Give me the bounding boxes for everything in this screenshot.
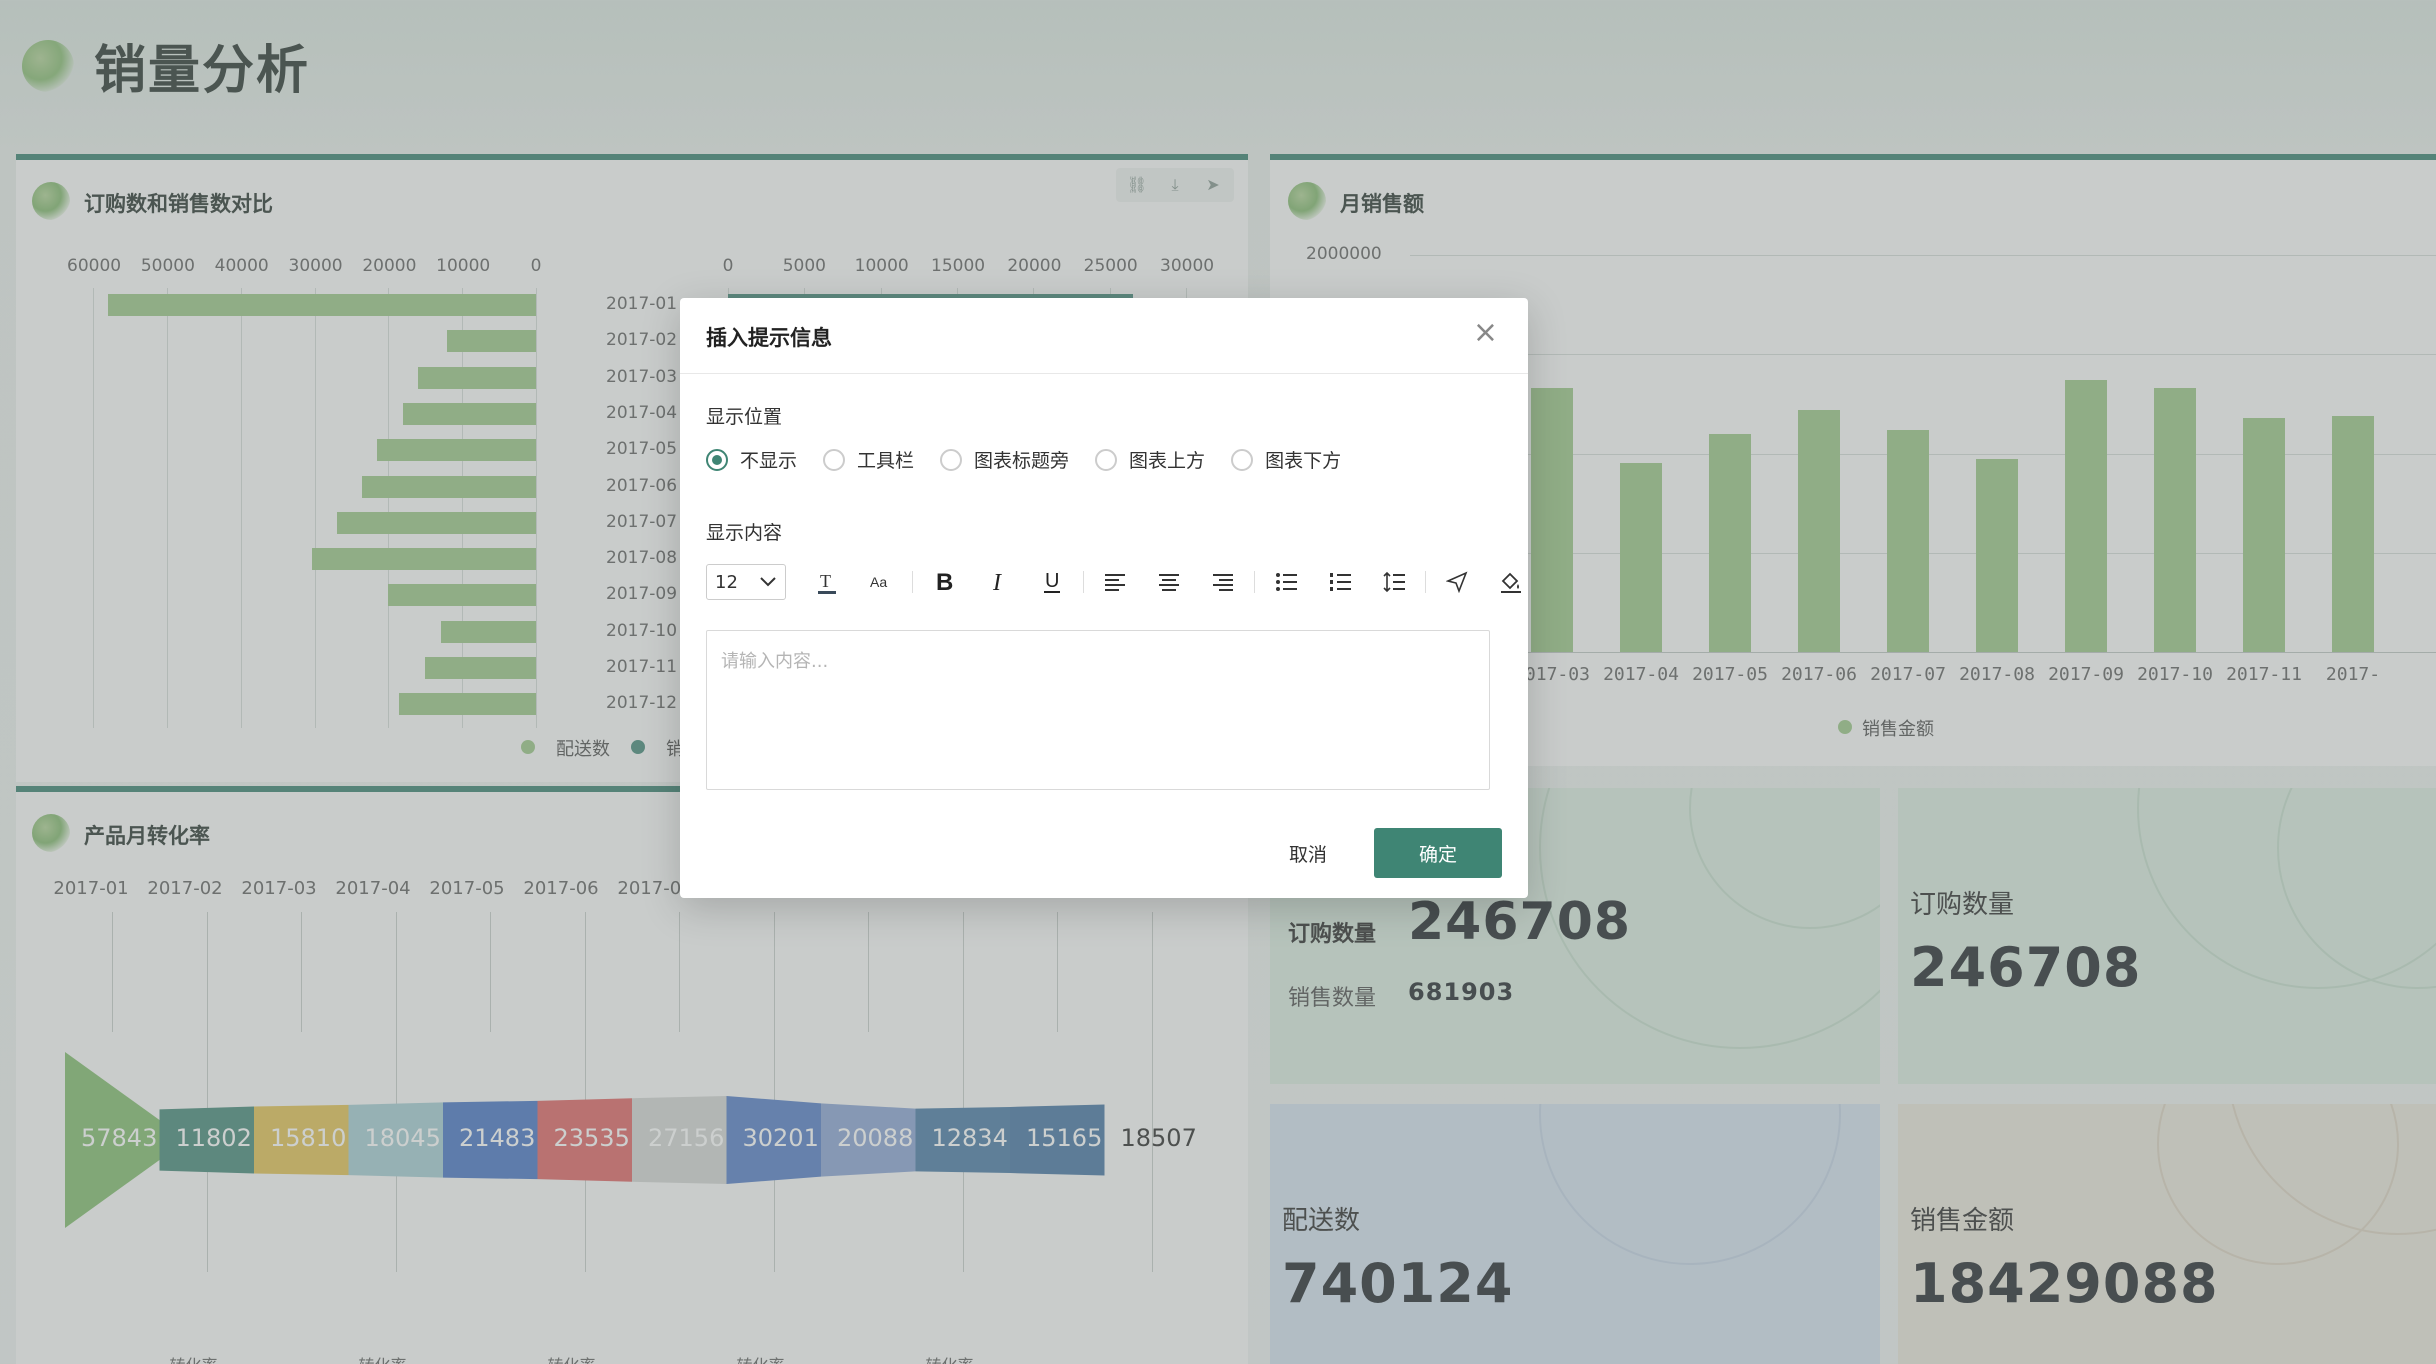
bullet-list-icon[interactable] (1266, 564, 1306, 600)
italic-icon[interactable]: I (978, 564, 1018, 600)
send-icon[interactable] (1437, 564, 1477, 600)
dashboard-page: 销量分析 订购数和销售数对比 ⛓ ⤓ ➤ 60000 50000 40000 3000… (0, 0, 2436, 1364)
position-radio-group: 不显示 工具栏 图表标题旁 图表上方 图表下方 (706, 446, 1367, 473)
svg-text:Aa: Aa (870, 574, 887, 590)
bold-icon[interactable]: B (924, 564, 964, 600)
rich-text-toolbar: 12 T Aa B I U (706, 562, 1538, 602)
toolbar-divider (1083, 571, 1084, 593)
svg-text:I: I (992, 570, 1002, 595)
svg-text:B: B (936, 569, 953, 595)
confirm-button[interactable]: 确定 (1374, 828, 1502, 878)
toolbar-divider (1254, 571, 1255, 593)
radio-unchecked-icon[interactable] (1231, 448, 1254, 471)
radio-beside-title[interactable]: 图表标题旁 (940, 446, 1069, 473)
radio-no-display[interactable]: 不显示 (706, 446, 797, 473)
radio-toolbar[interactable]: 工具栏 (823, 446, 914, 473)
align-center-icon[interactable] (1149, 564, 1189, 600)
underline-icon[interactable]: U (1032, 564, 1072, 600)
font-size-value: 12 (715, 571, 738, 593)
content-section-label: 显示内容 (706, 522, 783, 544)
cancel-button[interactable]: 取消 (1260, 828, 1356, 878)
align-left-icon[interactable] (1095, 564, 1135, 600)
align-right-icon[interactable] (1203, 564, 1243, 600)
radio-label: 图表下方 (1265, 450, 1342, 472)
numbered-list-icon[interactable] (1320, 564, 1360, 600)
radio-label: 图表上方 (1129, 450, 1206, 472)
radio-unchecked-icon[interactable] (1095, 448, 1118, 471)
line-height-icon[interactable] (1374, 564, 1414, 600)
toolbar-divider (1425, 571, 1426, 593)
radio-unchecked-icon[interactable] (940, 448, 963, 471)
font-case-icon[interactable]: Aa (861, 564, 901, 600)
dialog-title: 插入提示信息 (706, 326, 832, 350)
insert-tip-dialog: 插入提示信息 × 显示位置 不显示 工具栏 图表标题旁 图表上方 图表下方 显示… (680, 298, 1528, 898)
close-icon[interactable]: × (1473, 318, 1498, 348)
radio-label: 图表标题旁 (974, 450, 1070, 472)
radio-unchecked-icon[interactable] (823, 448, 846, 471)
position-section-label: 显示位置 (706, 406, 783, 428)
fill-color-icon[interactable] (1491, 564, 1531, 600)
toolbar-divider (912, 571, 913, 593)
svg-text:T: T (820, 571, 831, 591)
text-color-icon[interactable]: T (807, 564, 847, 600)
dialog-divider (680, 373, 1528, 374)
radio-label: 工具栏 (857, 450, 915, 472)
svg-text:U: U (1045, 570, 1059, 592)
chevron-down-icon (760, 577, 776, 587)
radio-above-chart[interactable]: 图表上方 (1095, 446, 1205, 473)
tip-content-editor[interactable] (706, 630, 1490, 790)
radio-label: 不显示 (740, 450, 798, 472)
radio-checked-icon[interactable] (706, 448, 728, 471)
radio-below-chart[interactable]: 图表下方 (1231, 446, 1341, 473)
font-size-select[interactable]: 12 (706, 564, 786, 600)
